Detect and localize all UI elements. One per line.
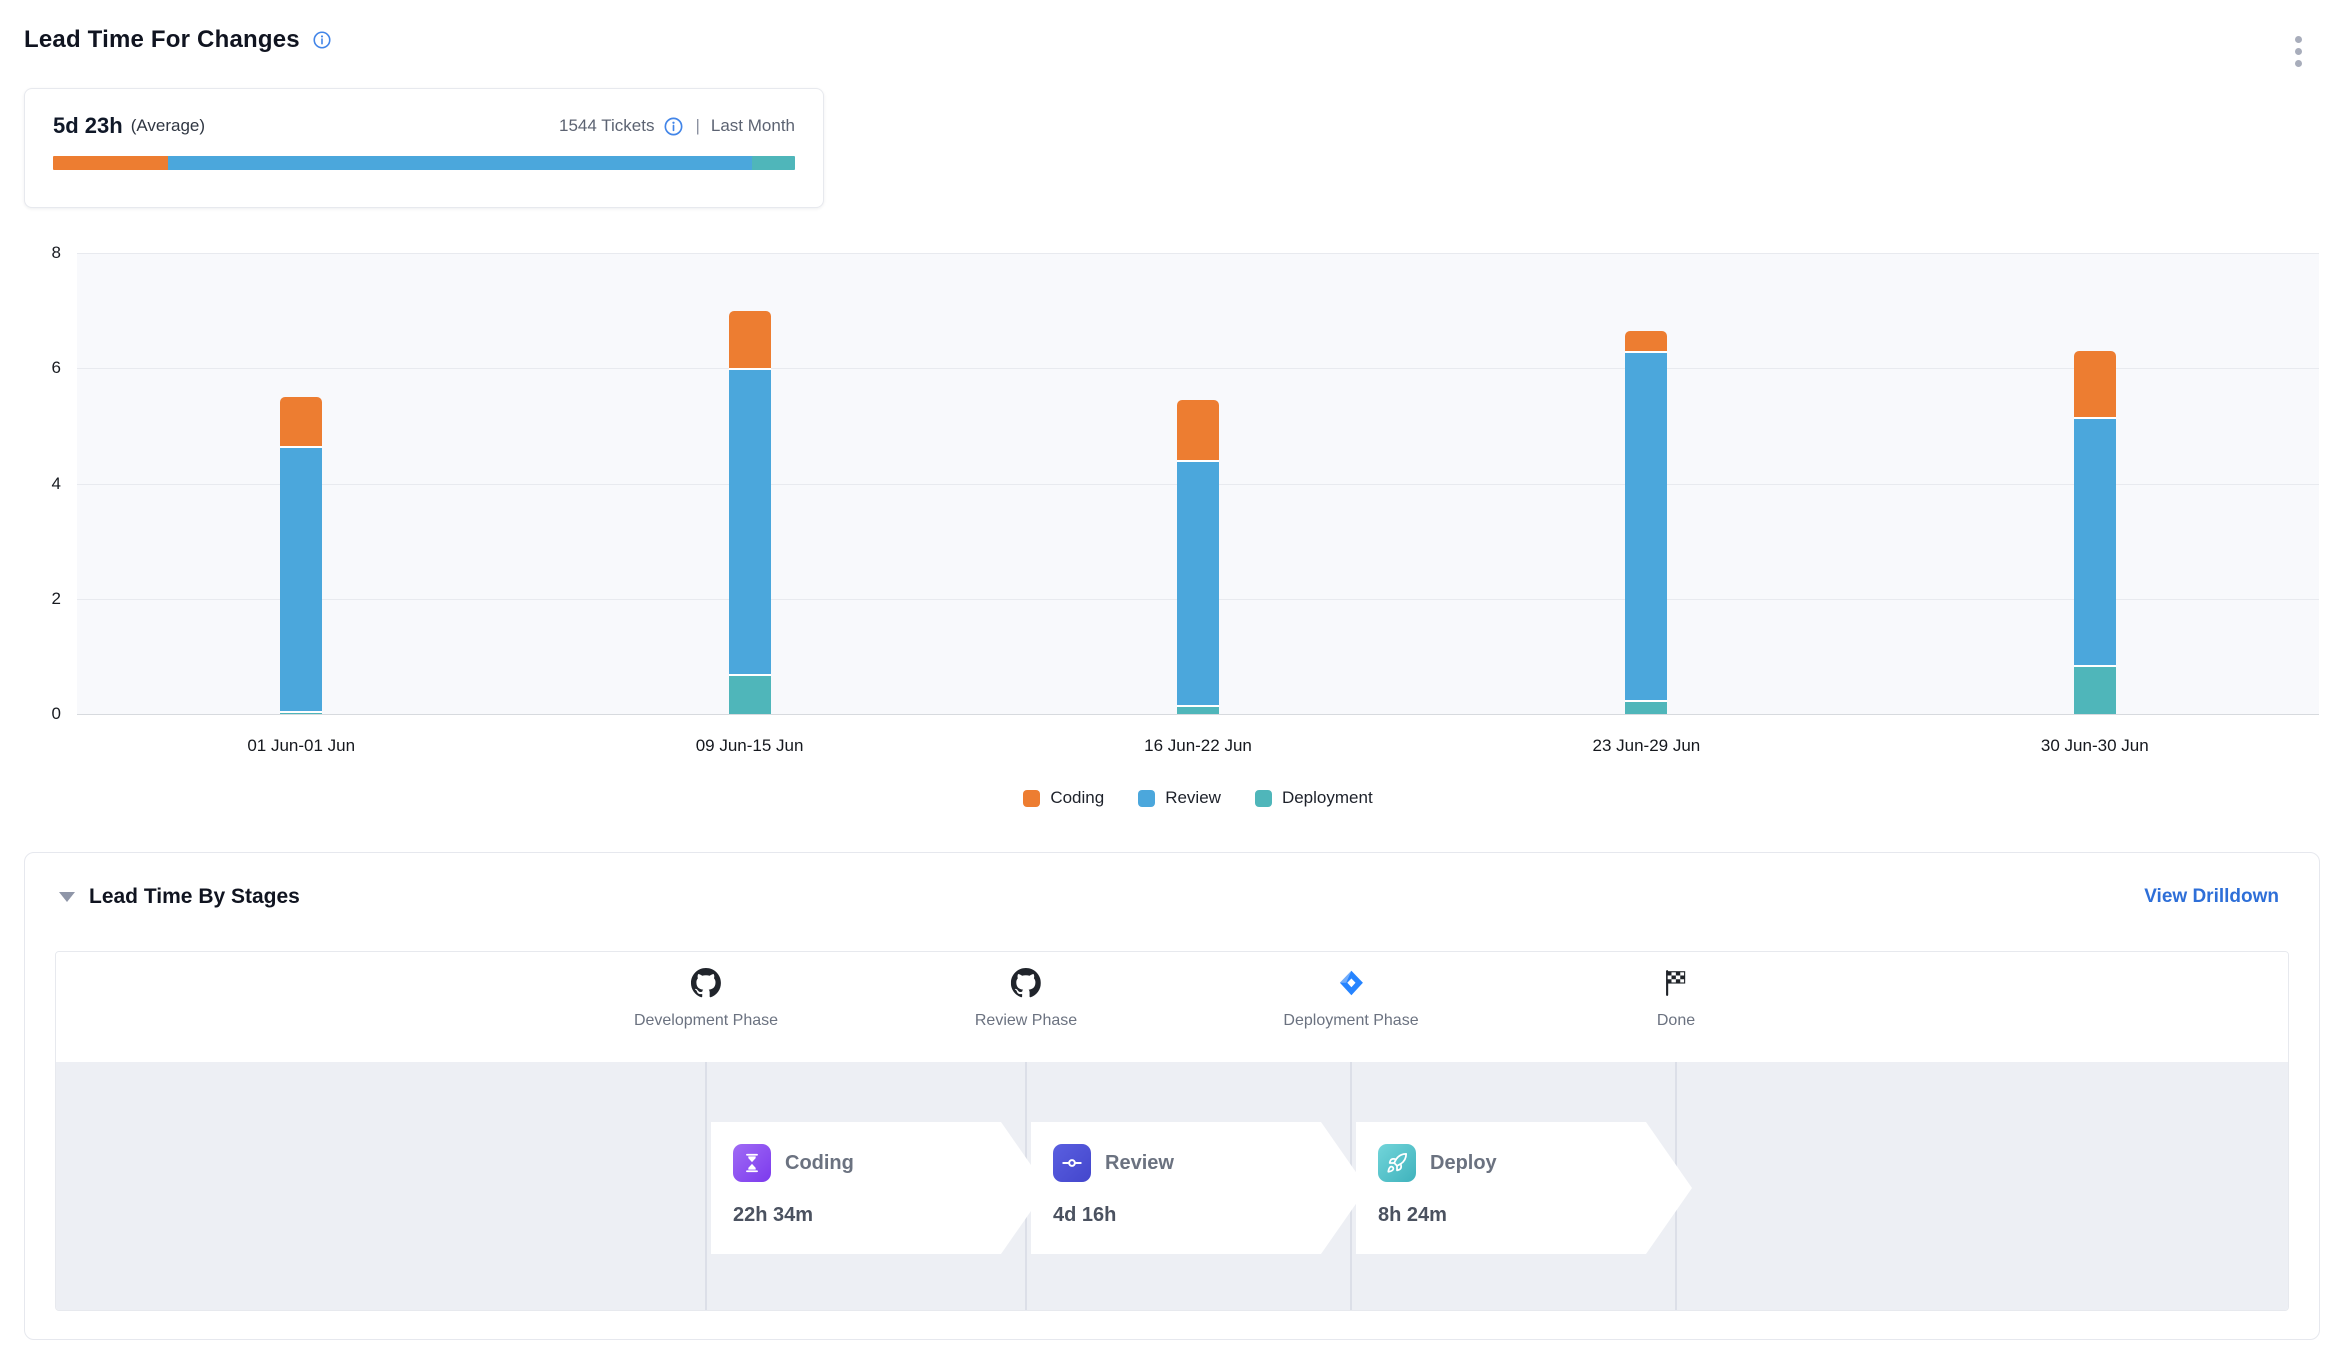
- x-tick-label: 30 Jun-30 Jun: [1871, 736, 2319, 756]
- stage-title: Coding: [785, 1152, 854, 1175]
- bar-segment-review[interactable]: [2074, 417, 2116, 665]
- hourglass-icon-tile: [733, 1144, 771, 1182]
- legend-label: Coding: [1050, 788, 1104, 808]
- summary-progress-bar: [53, 156, 795, 170]
- bar-segment-deployment[interactable]: [2074, 665, 2116, 714]
- legend-label: Deployment: [1282, 788, 1373, 808]
- gridline-y8: [77, 253, 2319, 254]
- stage-card-review: Review 4d 16h: [1031, 1122, 1367, 1254]
- lead-time-dashboard: Lead Time For Changes 5d 23h (Average) 1…: [0, 0, 2344, 1352]
- github-icon: [691, 968, 721, 998]
- x-tick-label: 01 Jun-01 Jun: [77, 736, 525, 756]
- bar-segment-deployment[interactable]: [280, 711, 322, 714]
- bar-segment-coding[interactable]: [2074, 351, 2116, 417]
- y-tick-label: 2: [21, 589, 61, 609]
- kebab-menu-icon[interactable]: [2291, 32, 2306, 71]
- x-tick-label: 16 Jun-22 Jun: [974, 736, 1422, 756]
- x-axis-labels: 01 Jun-01 Jun09 Jun-15 Jun16 Jun-22 Jun2…: [77, 736, 2319, 760]
- legend-swatch: [1255, 790, 1272, 807]
- stage-card-coding: Coding 22h 34m: [711, 1122, 1047, 1254]
- phase-header-review-phase: Review Phase: [975, 968, 1077, 1030]
- y-tick-label: 4: [21, 474, 61, 494]
- phase-label: Review Phase: [975, 1012, 1077, 1030]
- view-drilldown-link[interactable]: View Drilldown: [2144, 886, 2279, 908]
- legend-swatch: [1023, 790, 1040, 807]
- y-tick-label: 8: [21, 243, 61, 263]
- stacked-bar[interactable]: [1625, 331, 1667, 714]
- rocket-icon-tile: [1378, 1144, 1416, 1182]
- average-lead-time-value: 5d 23h: [53, 113, 123, 139]
- stacked-bar[interactable]: [2074, 351, 2116, 714]
- legend-swatch: [1138, 790, 1155, 807]
- collapse-triangle-icon[interactable]: [59, 892, 75, 902]
- rocket-icon: [1386, 1152, 1408, 1174]
- chart-legend: Coding Review Deployment: [77, 788, 2319, 808]
- phase-label: Development Phase: [634, 1012, 778, 1030]
- summary-bar-segment-review: [168, 156, 752, 170]
- x-tick-label: 23 Jun-29 Jun: [1422, 736, 1870, 756]
- jira-icon: [1336, 968, 1366, 998]
- tickets-count: 1544 Tickets: [559, 116, 654, 136]
- legend-item-deployment[interactable]: Deployment: [1255, 788, 1373, 808]
- bar-segment-coding[interactable]: [1625, 331, 1667, 351]
- commit-icon-tile: [1053, 1144, 1091, 1182]
- stage-duration-value: 8h 24m: [1378, 1204, 1692, 1227]
- page-header: Lead Time For Changes: [24, 26, 332, 54]
- stage-card-deploy: Deploy 8h 24m: [1356, 1122, 1692, 1254]
- bar-segment-coding[interactable]: [1177, 400, 1219, 461]
- stages-title: Lead Time By Stages: [89, 885, 300, 909]
- x-tick-label: 09 Jun-15 Jun: [525, 736, 973, 756]
- legend-label: Review: [1165, 788, 1221, 808]
- phase-header-deployment-phase: Deployment Phase: [1283, 968, 1418, 1030]
- tickets-info-icon[interactable]: [663, 116, 684, 137]
- gridline-y6: [77, 368, 2319, 369]
- lead-time-by-stages-card: Lead Time By Stages View Drilldown Devel…: [24, 852, 2320, 1340]
- stages-lane: Coding 22h 34m Review 4d 16h Deploy 8h 24m: [56, 1062, 2288, 1310]
- github-icon: [1011, 968, 1041, 998]
- commit-icon: [1061, 1152, 1083, 1174]
- stacked-bar[interactable]: [280, 397, 322, 714]
- bar-segment-coding[interactable]: [729, 311, 771, 369]
- phase-label: Done: [1657, 1012, 1695, 1030]
- bar-segment-deployment[interactable]: [1625, 700, 1667, 714]
- plot-area: 02468: [77, 253, 2319, 714]
- bar-segment-review[interactable]: [1177, 460, 1219, 705]
- stacked-bar[interactable]: [1177, 400, 1219, 714]
- stages-header: Lead Time By Stages View Drilldown: [25, 853, 2319, 909]
- bar-segment-deployment[interactable]: [1177, 705, 1219, 714]
- bar-segment-deployment[interactable]: [729, 674, 771, 714]
- bar-segment-review[interactable]: [280, 446, 322, 711]
- checkered-flag-icon: [1661, 968, 1691, 998]
- legend-item-coding[interactable]: Coding: [1023, 788, 1104, 808]
- stacked-bar[interactable]: [729, 311, 771, 714]
- hourglass-icon: [741, 1152, 763, 1174]
- stages-flow-panel: Development Phase Review Phase Deployment …: [55, 951, 2289, 1311]
- stage-duration-value: 22h 34m: [733, 1204, 1047, 1227]
- lane-divider: [705, 1062, 707, 1310]
- bar-segment-review[interactable]: [729, 368, 771, 673]
- bar-segment-coding[interactable]: [280, 397, 322, 446]
- legend-item-review[interactable]: Review: [1138, 788, 1221, 808]
- period-label: Last Month: [711, 116, 795, 136]
- phase-header-development-phase: Development Phase: [634, 968, 778, 1030]
- phase-label: Deployment Phase: [1283, 1012, 1418, 1030]
- stage-duration-value: 4d 16h: [1053, 1204, 1367, 1227]
- phase-header-done: Done: [1657, 968, 1695, 1030]
- y-tick-label: 6: [21, 358, 61, 378]
- summary-bar-segment-coding: [53, 156, 168, 170]
- summary-bar-segment-deployment: [752, 156, 795, 170]
- page-title: Lead Time For Changes: [24, 26, 300, 54]
- summary-card: 5d 23h (Average) 1544 Tickets | Last Mon…: [24, 88, 824, 208]
- y-tick-label: 0: [21, 704, 61, 724]
- stage-title: Review: [1105, 1152, 1174, 1175]
- stage-title: Deploy: [1430, 1152, 1497, 1175]
- separator: |: [695, 116, 699, 136]
- info-icon[interactable]: [312, 30, 332, 50]
- phase-header-band: Development Phase Review Phase Deployment …: [56, 952, 2288, 1062]
- average-qualifier: (Average): [131, 116, 205, 136]
- bar-segment-review[interactable]: [1625, 351, 1667, 700]
- gridline-y0: [77, 714, 2319, 715]
